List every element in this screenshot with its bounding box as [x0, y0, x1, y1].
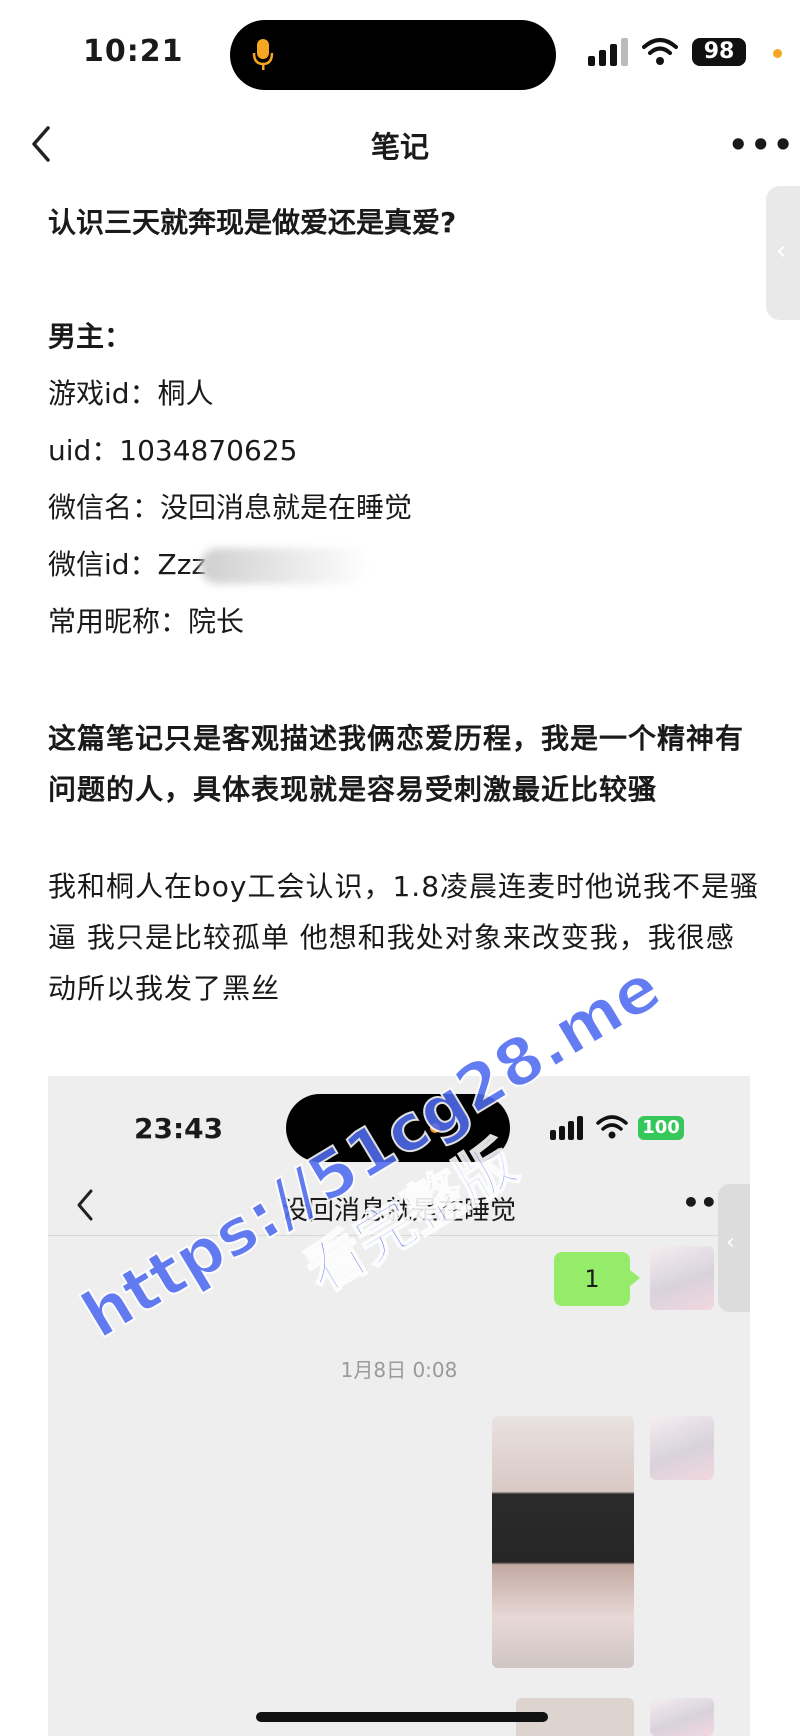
- redaction-blur: [200, 548, 371, 584]
- screenshot-chevron-icon: ‹: [726, 1230, 735, 1255]
- note-content: 认识三天就奔现是做爱还是真爱? 男主： 游戏id：桐人 uid：10348706…: [48, 194, 760, 1014]
- page-title: 笔记: [370, 130, 429, 164]
- info-wechat-id-row: 微信id：Zzz: [48, 536, 760, 593]
- status-bar: 10:21 98: [0, 0, 800, 110]
- screenshot-battery: 100: [638, 1116, 684, 1140]
- info-uid: uid：1034870625: [48, 434, 298, 467]
- chat-bubble: 1: [554, 1252, 640, 1306]
- home-indicator[interactable]: [256, 1712, 548, 1722]
- intro-paragraph: 这篇笔记只是客观描述我俩恋爱历程，我是一个精神有问题的人，具体表现就是容易受刺激…: [48, 722, 745, 806]
- user-avatar: [650, 1416, 714, 1480]
- status-time: 10:21: [83, 34, 184, 69]
- chevron-left-icon: ‹: [776, 236, 787, 266]
- info-nickname: 常用昵称：院长: [48, 605, 245, 638]
- cellular-signal-icon: [588, 38, 628, 66]
- battery-indicator: 98: [692, 38, 746, 66]
- screenshot-time: 23:43: [134, 1112, 224, 1145]
- side-drawer-handle[interactable]: ‹: [766, 186, 800, 320]
- info-wechat-name: 微信名：没回消息就是在睡觉: [48, 491, 413, 524]
- wifi-icon: [642, 38, 678, 65]
- more-options-icon[interactable]: •••: [728, 126, 795, 164]
- microphone-icon: [252, 39, 274, 70]
- screenshot-side-handle: ‹: [718, 1184, 750, 1312]
- chat-photo: [492, 1416, 634, 1668]
- info-game-id: 游戏id：桐人: [48, 377, 214, 410]
- dynamic-island: [230, 20, 556, 90]
- info-wechat-id: 微信id：Zzz: [48, 548, 207, 581]
- user-avatar: [650, 1246, 714, 1310]
- male-heading: 男主：: [48, 320, 133, 353]
- user-avatar: [650, 1698, 714, 1736]
- privacy-dot: [773, 49, 782, 58]
- note-title: 认识三天就奔现是做爱还是真爱?: [48, 206, 457, 239]
- nav-bar: 笔记 •••: [0, 110, 800, 180]
